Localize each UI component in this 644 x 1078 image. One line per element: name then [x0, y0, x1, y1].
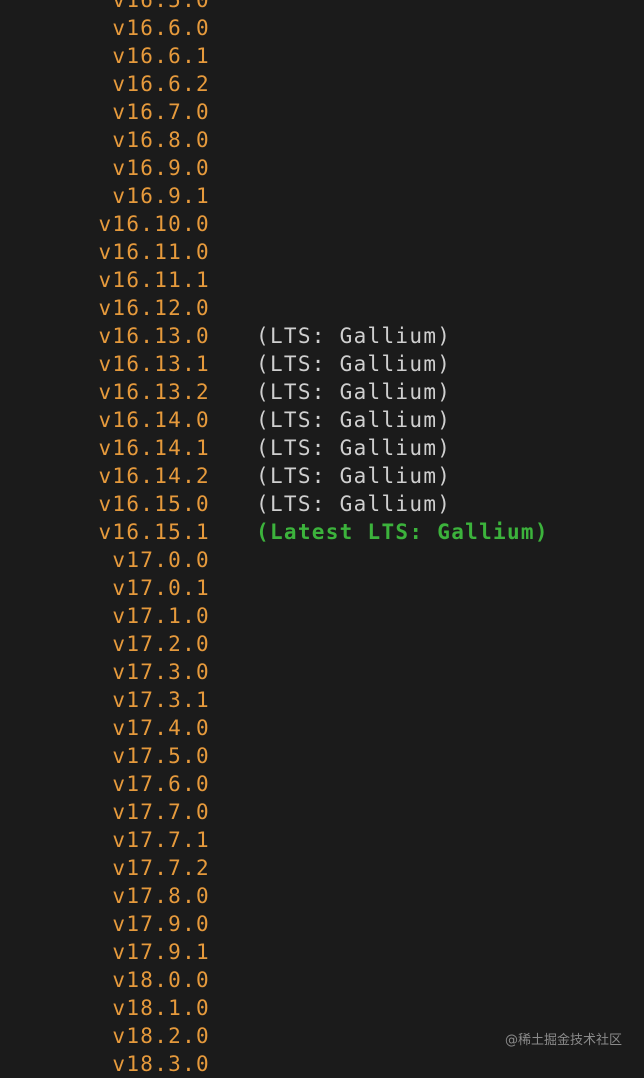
- version-text: v18.0.0: [112, 968, 210, 992]
- version-text: v17.6.0: [112, 772, 210, 796]
- version-text: v16.14.0: [98, 408, 210, 432]
- version-row: v16.8.0: [0, 126, 644, 154]
- version-text: v16.13.1: [98, 352, 210, 376]
- version-text: v16.13.0: [98, 324, 210, 348]
- version-row: v16.13.2 (LTS: Gallium): [0, 378, 644, 406]
- version-text: v16.12.0: [98, 296, 210, 320]
- lts-tag: (LTS: Gallium): [256, 352, 452, 376]
- lts-tag: (LTS: Gallium): [256, 380, 452, 404]
- version-row: v17.9.1: [0, 938, 644, 966]
- version-text: v16.6.1: [112, 44, 210, 68]
- version-text: v16.5.0: [112, 0, 210, 12]
- version-row: v16.14.2 (LTS: Gallium): [0, 462, 644, 490]
- version-row: v16.13.1 (LTS: Gallium): [0, 350, 644, 378]
- version-row: v17.1.0: [0, 602, 644, 630]
- version-text: v17.9.1: [112, 940, 210, 964]
- version-row: v16.14.0 (LTS: Gallium): [0, 406, 644, 434]
- version-row: v16.6.2: [0, 70, 644, 98]
- lts-tag: (LTS: Gallium): [256, 324, 452, 348]
- version-text: v16.9.0: [112, 156, 210, 180]
- version-row: v17.0.0: [0, 546, 644, 574]
- version-row: v16.5.0: [0, 0, 644, 14]
- version-row: v17.0.1: [0, 574, 644, 602]
- version-text: v17.2.0: [112, 632, 210, 656]
- version-row: v17.5.0: [0, 742, 644, 770]
- version-row: v16.6.0: [0, 14, 644, 42]
- version-row: v18.0.0: [0, 966, 644, 994]
- version-text: v16.6.0: [112, 16, 210, 40]
- version-row: v18.1.0: [0, 994, 644, 1022]
- version-text: v16.15.1: [98, 520, 210, 544]
- version-text: v16.7.0: [112, 100, 210, 124]
- version-text: v18.1.0: [112, 996, 210, 1020]
- version-row: v16.13.0 (LTS: Gallium): [0, 322, 644, 350]
- watermark: @稀土掘金技术社区: [504, 1033, 622, 1048]
- version-text: v16.13.2: [98, 380, 210, 404]
- version-row: v16.14.1 (LTS: Gallium): [0, 434, 644, 462]
- version-row: v16.9.1: [0, 182, 644, 210]
- version-text: v18.2.0: [112, 1024, 210, 1048]
- version-row: v17.3.0: [0, 658, 644, 686]
- version-row: v17.6.0: [0, 770, 644, 798]
- version-row: v16.9.0: [0, 154, 644, 182]
- version-row: v17.2.0: [0, 630, 644, 658]
- lts-tag: (LTS: Gallium): [256, 492, 452, 516]
- lts-tag: (LTS: Gallium): [256, 436, 452, 460]
- version-text: v17.7.2: [112, 856, 210, 880]
- version-row: v17.7.1: [0, 826, 644, 854]
- version-text: v16.14.2: [98, 464, 210, 488]
- version-row: v17.7.0: [0, 798, 644, 826]
- version-text: v18.3.0: [112, 1052, 210, 1076]
- version-row: v16.11.1: [0, 266, 644, 294]
- version-text: v17.4.0: [112, 716, 210, 740]
- version-text: v16.11.1: [98, 268, 210, 292]
- version-text: v17.1.0: [112, 604, 210, 628]
- version-row: v16.15.1 (Latest LTS: Gallium): [0, 518, 644, 546]
- version-text: v17.8.0: [112, 884, 210, 908]
- version-row: v16.12.0: [0, 294, 644, 322]
- version-row: v18.3.0: [0, 1050, 644, 1078]
- version-row: v16.15.0 (LTS: Gallium): [0, 490, 644, 518]
- version-text: v16.6.2: [112, 72, 210, 96]
- version-text: v17.3.0: [112, 660, 210, 684]
- version-text: v17.3.1: [112, 688, 210, 712]
- version-text: v16.10.0: [98, 212, 210, 236]
- version-row: v16.10.0: [0, 210, 644, 238]
- version-text: v17.9.0: [112, 912, 210, 936]
- version-text: v17.7.1: [112, 828, 210, 852]
- version-row: v16.11.0: [0, 238, 644, 266]
- version-text: v16.9.1: [112, 184, 210, 208]
- version-text: v16.8.0: [112, 128, 210, 152]
- version-row: v17.8.0: [0, 882, 644, 910]
- lts-tag: (LTS: Gallium): [256, 408, 452, 432]
- version-row: v17.7.2: [0, 854, 644, 882]
- version-row: v16.6.1: [0, 42, 644, 70]
- version-row: v16.7.0: [0, 98, 644, 126]
- version-text: v16.14.1: [98, 436, 210, 460]
- version-text: v17.0.1: [112, 576, 210, 600]
- version-row: v17.4.0: [0, 714, 644, 742]
- latest-lts-tag: (Latest LTS: Gallium): [256, 520, 549, 544]
- version-text: v17.7.0: [112, 800, 210, 824]
- version-row: v17.3.1: [0, 686, 644, 714]
- version-row: v17.9.0: [0, 910, 644, 938]
- terminal-output: v16.5.0 v16.6.0 v16.6.1 v16.6.2 v16.7.0 v16.8…: [0, 0, 644, 1078]
- lts-tag: (LTS: Gallium): [256, 464, 452, 488]
- version-text: v16.15.0: [98, 492, 210, 516]
- version-text: v17.5.0: [112, 744, 210, 768]
- version-text: v16.11.0: [98, 240, 210, 264]
- version-text: v17.0.0: [112, 548, 210, 572]
